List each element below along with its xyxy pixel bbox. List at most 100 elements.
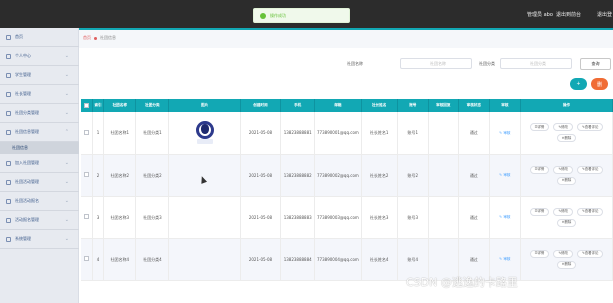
success-icon <box>260 12 266 19</box>
cell-reply <box>428 196 459 239</box>
col-header: 审核回复 <box>428 99 459 112</box>
view-review-button[interactable]: ✎ 查看评论 <box>576 123 604 132</box>
success-toast: 操作成功 <box>253 8 350 23</box>
view-review-button[interactable]: ✎ 查看评论 <box>576 165 604 174</box>
cell-audit: ✎ 审核 <box>489 196 521 239</box>
breadcrumb-home[interactable]: 首页 <box>83 35 91 41</box>
sidebar-item-club-category[interactable]: 社团分类管理 ⌄ <box>0 104 79 123</box>
info-icon <box>6 129 11 135</box>
delete-button[interactable]: 删 <box>591 78 608 90</box>
delete-row-button[interactable]: ✕ 删除 <box>556 260 577 269</box>
select-all-checkbox[interactable] <box>83 102 89 108</box>
row-checkbox[interactable] <box>83 129 89 135</box>
col-header: 审核状态 <box>458 99 490 112</box>
join-icon <box>6 160 11 166</box>
sidebar-item-leaders[interactable]: 社长管理 ⌄ <box>0 85 79 104</box>
cell-name: 社团名称3 <box>103 196 137 239</box>
cell-leader: 社长姓名2 <box>361 154 398 197</box>
activity-icon <box>6 179 11 185</box>
club-name-input[interactable]: 社团名称 <box>400 58 472 69</box>
delete-row-button[interactable]: ✕ 删除 <box>556 218 577 227</box>
cell-ops: ☰ 详情 ✎ 修改 ✎ 查看评论 ✕ 删除 <box>520 112 613 155</box>
sidebar-item-home[interactable]: 首页 <box>0 28 79 47</box>
cell-index: 4 <box>92 238 105 281</box>
edit-button[interactable]: ✎ 修改 <box>553 207 573 216</box>
cell-name: 社团名称1 <box>103 112 137 155</box>
club-type-input[interactable]: 社团分类 <box>500 58 572 69</box>
view-review-button[interactable]: ✎ 查看评论 <box>576 207 604 216</box>
cell-account: 账号1 <box>397 112 429 155</box>
chevron-down-icon: ⌄ <box>64 53 69 59</box>
view-review-button[interactable]: ✎ 查看评论 <box>576 249 604 258</box>
home-icon <box>6 34 11 40</box>
cell-type: 社团分类2 <box>135 154 170 197</box>
audit-button[interactable]: ✎ 审核 <box>499 131 510 135</box>
col-header: 创建时间 <box>240 99 282 112</box>
breadcrumb-current: 社团信息 <box>100 35 116 40</box>
audit-button[interactable]: ✎ 审核 <box>499 257 510 261</box>
sidebar-item-students[interactable]: 学生管理 ⌄ <box>0 66 79 85</box>
cell-image <box>168 112 241 155</box>
cell-leader: 社长姓名4 <box>361 238 398 281</box>
table-row: 1 社团名称1 社团分类1 2021-05-08 13823888881 773… <box>81 112 613 155</box>
category-icon <box>6 110 11 116</box>
chevron-down-icon: ⌄ <box>64 236 69 242</box>
delete-row-button[interactable]: ✕ 删除 <box>556 134 577 143</box>
edit-button[interactable]: ✎ 修改 <box>553 165 573 174</box>
cell-reply <box>428 154 459 197</box>
sidebar-item-signup-manage[interactable]: 活动报名管理 ⌄ <box>0 211 79 230</box>
add-button[interactable]: + <box>570 78 587 90</box>
row-select-cell[interactable] <box>81 112 93 155</box>
delete-row-button[interactable]: ✕ 删除 <box>556 176 577 185</box>
cell-reply <box>428 112 459 155</box>
cell-phone: 13823888881 <box>280 112 316 155</box>
sidebar-item-join-club[interactable]: 加入社团管理 ⌄ <box>0 154 79 173</box>
row-select-cell[interactable] <box>81 154 93 197</box>
detail-button[interactable]: ☰ 详情 <box>529 249 550 258</box>
cell-name: 社团名称2 <box>103 154 137 197</box>
edit-button[interactable]: ✎ 修改 <box>553 249 573 258</box>
manage-icon <box>6 217 11 223</box>
sidebar-item-profile[interactable]: 个人中心 ⌄ <box>0 47 79 66</box>
col-header: 社团分类 <box>135 99 170 112</box>
row-checkbox[interactable] <box>83 214 89 219</box>
row-select-cell[interactable] <box>81 196 93 239</box>
user-icon <box>6 53 11 59</box>
cell-audit: ✎ 审核 <box>489 112 521 155</box>
table-row: 4 社团名称4 社团分类4 2021-05-08 13823888884 773… <box>81 238 613 281</box>
cell-name: 社团名称4 <box>103 238 137 281</box>
detail-button[interactable]: ☰ 详情 <box>529 207 550 216</box>
audit-button[interactable]: ✎ 审核 <box>499 173 510 177</box>
sidebar-item-club-activity[interactable]: 社团活动管理 ⌄ <box>0 173 79 192</box>
col-header: 邮箱 <box>314 99 362 112</box>
row-checkbox[interactable] <box>83 256 89 261</box>
cell-leader: 社长姓名3 <box>361 196 398 239</box>
chevron-up-icon: ⌃ <box>64 129 69 135</box>
search-button[interactable]: 查询 <box>580 58 611 70</box>
cell-ops: ☰ 详情 ✎ 修改 ✎ 查看评论 ✕ 删除 <box>520 196 613 239</box>
select-all-header[interactable] <box>81 99 93 112</box>
cell-date: 2021-05-08 <box>240 112 282 155</box>
sidebar-item-activity-signup[interactable]: 社团活动报名 ⌄ <box>0 192 79 211</box>
row-checkbox[interactable] <box>83 172 89 177</box>
detail-button[interactable]: ☰ 详情 <box>529 123 550 132</box>
club-logo-image <box>194 120 215 146</box>
detail-button[interactable]: ☰ 详情 <box>529 165 550 174</box>
leader-icon <box>6 91 11 97</box>
col-header: 账号 <box>397 99 429 112</box>
logout-link[interactable]: 退出登 <box>597 11 612 18</box>
audit-button[interactable]: ✎ 审核 <box>499 215 510 219</box>
exit-to-frontend-link[interactable]: 退出到前台 <box>556 11 581 18</box>
col-header: 图片 <box>168 99 241 112</box>
sidebar-item-club-info[interactable]: 社团信息管理 ⌃ <box>0 123 79 142</box>
sidebar-item-system[interactable]: 系统管理 ⌄ <box>0 230 79 249</box>
cell-type: 社团分类3 <box>135 196 170 239</box>
sidebar-subitem-club-info[interactable]: 社团信息 <box>0 142 79 154</box>
chevron-down-icon: ⌄ <box>64 91 69 97</box>
student-icon <box>6 72 11 78</box>
edit-button[interactable]: ✎ 修改 <box>553 123 573 132</box>
club-table: 索引 社团名称 社团分类 图片 创建时间 手机 邮箱 社长姓名 账号 审核回复 … <box>81 99 613 281</box>
table-header-row: 索引 社团名称 社团分类 图片 创建时间 手机 邮箱 社长姓名 账号 审核回复 … <box>81 99 613 112</box>
row-select-cell[interactable] <box>81 238 93 281</box>
chevron-down-icon: ⌄ <box>64 72 69 78</box>
